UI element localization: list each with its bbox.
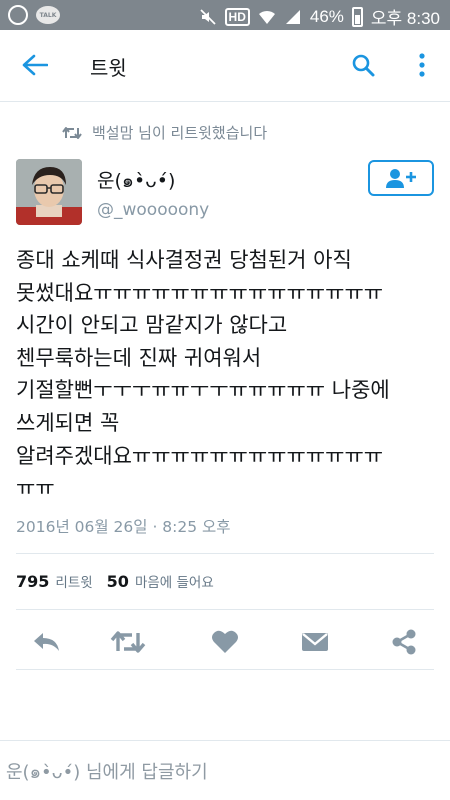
divider xyxy=(16,553,434,554)
kakaotalk-icon: TALK xyxy=(36,6,60,24)
app-bar: 트윗 xyxy=(0,30,450,102)
retweet-context[interactable]: 백설맘 님이 리트윗했습니다 xyxy=(62,122,267,143)
divider xyxy=(16,669,434,670)
share-button[interactable] xyxy=(386,626,422,658)
status-bar-system: HD 46% 오후 8:30 xyxy=(199,4,440,29)
divider xyxy=(16,609,434,610)
tweet-text: 종대 쇼케때 식사결정권 당첨된거 아직 못썼대요ㅠㅠㅠㅠㅠㅠㅠㅠㅠㅠㅠㅠㅠㅠㅠ… xyxy=(16,244,442,505)
follow-button[interactable] xyxy=(368,160,434,196)
reply-bar xyxy=(0,740,450,800)
retweet-count[interactable]: 795 xyxy=(16,572,49,591)
reply-icon xyxy=(34,633,59,651)
tweet-line: 종대 쇼케때 식사결정권 당첨된거 아직 xyxy=(16,248,352,272)
like-count[interactable]: 50 xyxy=(107,572,129,591)
avatar-photo xyxy=(16,159,82,225)
status-bar: TALK HD 46% 오후 8:30 xyxy=(0,0,450,30)
tweet-line: 알려주겠대요ㅠㅠㅠㅠㅠㅠㅠㅠㅠㅠㅠㅠㅠ xyxy=(16,443,384,468)
tweet-line: 첸무룩하는데 진짜 귀여워서 xyxy=(16,345,262,370)
tweet-line: 기절할뻔ㅜㅜㅜㅠㅠㅜㅜㅠㅠㅠㅠㅠ 나중에 xyxy=(16,378,390,403)
like-count-label[interactable]: 마음에 들어요 xyxy=(135,571,214,591)
share-icon xyxy=(392,629,416,655)
mute-icon xyxy=(199,8,217,26)
page-title: 트윗 xyxy=(90,56,127,80)
more-vertical-icon xyxy=(419,53,425,77)
retweet-icon xyxy=(62,126,82,139)
author-handle[interactable]: @_wooooony xyxy=(97,200,209,220)
retweet-icon xyxy=(110,631,146,653)
notification-app-icon xyxy=(8,5,28,25)
reply-input[interactable] xyxy=(6,755,442,789)
back-button[interactable] xyxy=(18,50,52,80)
arrow-left-icon xyxy=(22,54,48,76)
status-bar-notifications: TALK xyxy=(8,5,60,25)
signal-icon xyxy=(284,8,302,26)
hd-voice-icon: HD xyxy=(224,7,250,26)
add-user-icon xyxy=(386,169,416,188)
battery-percent: 46% xyxy=(309,6,344,26)
tweet-line: 쓰게되면 꼭 xyxy=(16,410,120,435)
battery-icon xyxy=(351,6,363,27)
direct-message-icon xyxy=(302,633,328,651)
wifi-icon xyxy=(258,8,276,26)
clock: 오후 8:30 xyxy=(370,9,440,28)
avatar[interactable] xyxy=(16,159,82,225)
retweet-button[interactable] xyxy=(110,626,146,658)
tweet-stats: 795 리트윗 50 마음에 들어요 xyxy=(16,571,214,591)
retweet-count-label[interactable]: 리트윗 xyxy=(55,571,92,591)
tweet-timestamp: 2016년 06월 26일 · 8:25 오후 xyxy=(16,518,231,536)
heart-icon xyxy=(212,630,238,653)
tweet-actions xyxy=(0,620,450,664)
like-button[interactable] xyxy=(207,626,243,658)
tweet-line: ㅠㅠ xyxy=(16,476,55,501)
search-icon xyxy=(352,54,375,77)
tweet-line: 못썼대요ㅠㅠㅠㅠㅠㅠㅠㅠㅠㅠㅠㅠㅠㅠㅠ xyxy=(16,280,384,305)
tweet-line: 시간이 안되고 맘같지가 않다고 xyxy=(16,313,288,338)
retweet-context-label: 백설맘 님이 리트윗했습니다 xyxy=(92,124,268,142)
direct-message-button[interactable] xyxy=(297,626,333,658)
more-options-button[interactable] xyxy=(410,50,434,80)
reply-button[interactable] xyxy=(28,626,64,658)
search-button[interactable] xyxy=(348,50,378,80)
author-name[interactable]: 운(๑•̀ᴗ•́) xyxy=(97,166,175,196)
